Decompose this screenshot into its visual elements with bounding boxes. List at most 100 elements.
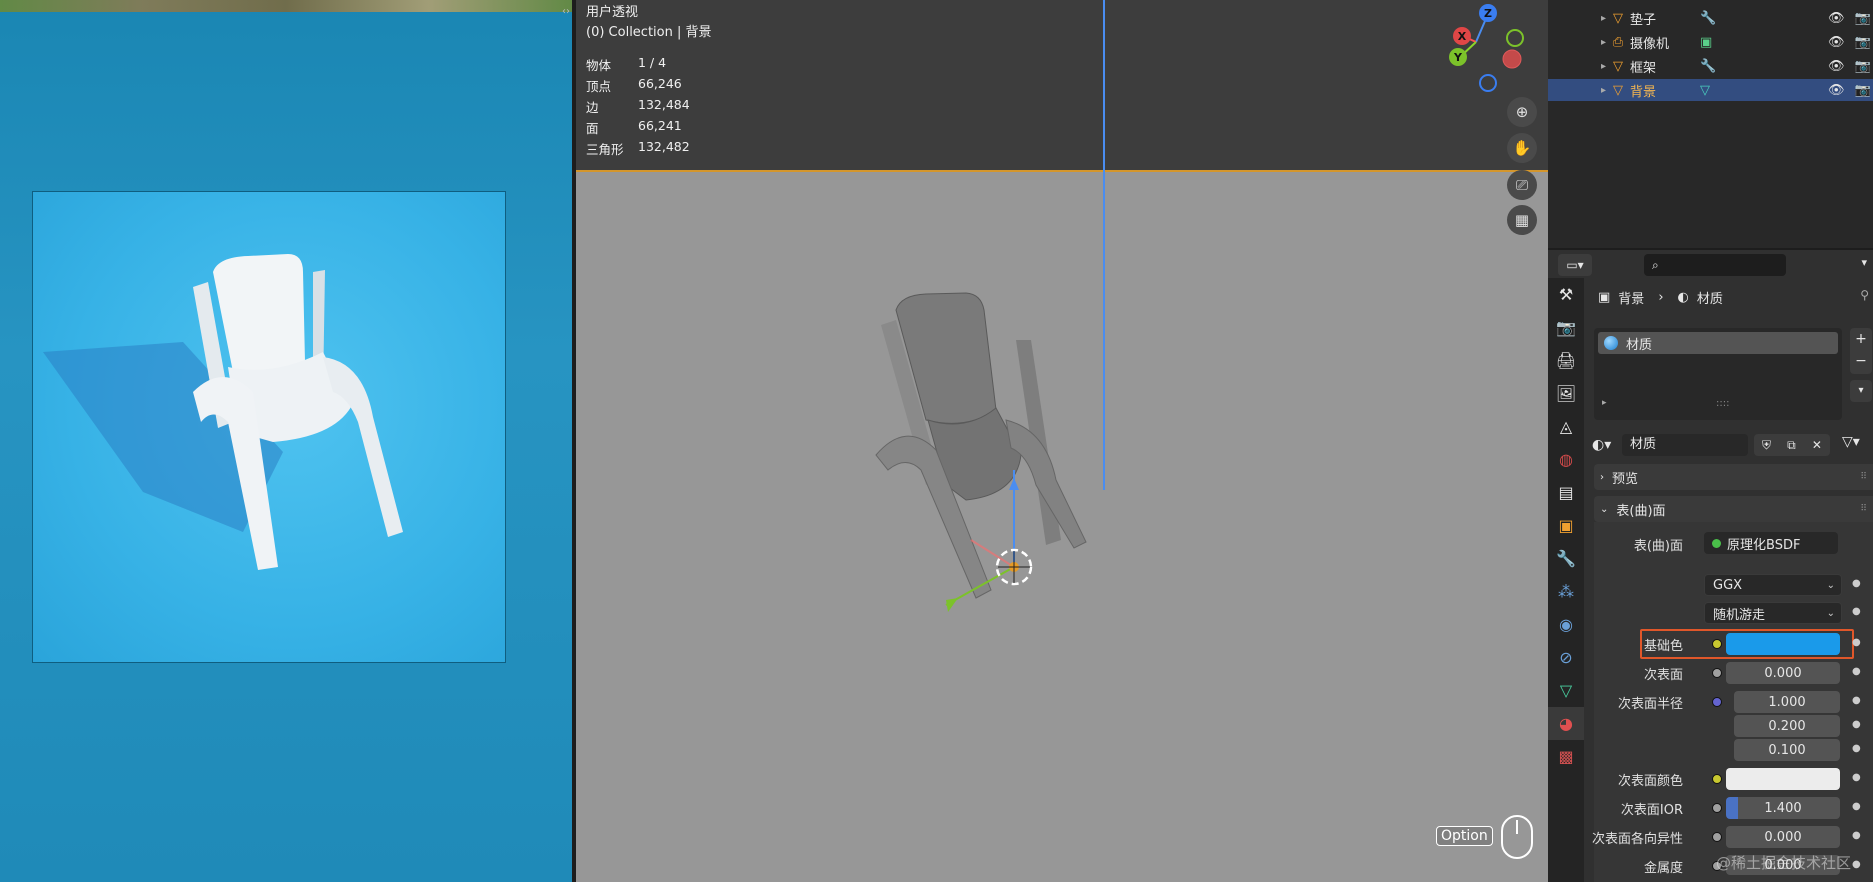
expand-arrow-icon[interactable]: ▸ bbox=[1548, 13, 1606, 24]
material-tab-icon[interactable]: ◕ bbox=[1548, 707, 1584, 740]
outliner-item-selected[interactable]: ▸ ▽ 背景 ▽ 👁 📷 bbox=[1548, 79, 1873, 101]
keyframe-dot[interactable]: ● bbox=[1852, 695, 1861, 706]
drag-handle-icon[interactable]: ⠿ bbox=[1860, 472, 1867, 482]
render-camera-icon[interactable]: 📷 bbox=[1855, 35, 1871, 50]
view-layer-tab-icon[interactable]: 🖼 bbox=[1548, 377, 1584, 410]
surface-panel-header[interactable]: ⌄ 表(曲)面 ⠿ bbox=[1594, 496, 1873, 522]
editor-type-icon[interactable]: ▭▾ bbox=[1558, 254, 1592, 276]
stat-row: 三角形 132,482 bbox=[586, 139, 690, 158]
value-socket-icon[interactable] bbox=[1712, 832, 1722, 842]
data-tab-icon[interactable]: ▽ bbox=[1548, 674, 1584, 707]
outliner-item[interactable]: ▸ ▽ 垫子 🔧 👁 📷 bbox=[1548, 7, 1873, 29]
subsurface-radius-y[interactable]: 0.200 bbox=[1734, 715, 1840, 737]
keyframe-dot[interactable]: ● bbox=[1852, 578, 1861, 589]
zoom-icon[interactable]: ⊕ bbox=[1507, 97, 1537, 127]
search-icon[interactable]: ⌕ bbox=[1644, 254, 1786, 276]
render-camera-icon[interactable]: 📷 bbox=[1855, 83, 1871, 98]
chevron-down-icon[interactable]: ▾ bbox=[1861, 256, 1867, 269]
duplicate-icon[interactable]: ⧉ bbox=[1787, 438, 1796, 453]
expand-arrow-icon[interactable]: ▸ bbox=[1548, 61, 1606, 72]
modifier-tab-icon[interactable]: 🔧 bbox=[1548, 542, 1584, 575]
perspective-grid-icon[interactable]: ▦ bbox=[1507, 205, 1537, 235]
render-camera-icon[interactable]: 📷 bbox=[1855, 59, 1871, 74]
keyframe-dot[interactable]: ● bbox=[1852, 743, 1861, 754]
render-result-panel bbox=[0, 0, 572, 882]
physics-tab-icon[interactable]: ◉ bbox=[1548, 608, 1584, 641]
subsurface-color-swatch[interactable] bbox=[1726, 768, 1840, 790]
outliner-item[interactable]: ▸ ⎙ 摄像机 ▣ 👁 📷 bbox=[1548, 31, 1873, 53]
keyframe-dot[interactable]: ● bbox=[1852, 772, 1861, 783]
view-name-label: 用户透视 bbox=[586, 5, 639, 20]
unlink-close-icon[interactable]: ✕ bbox=[1812, 438, 1822, 452]
tool-tab-icon[interactable]: ⚒ bbox=[1548, 278, 1584, 311]
navigation-gizmo[interactable]: Z X Y bbox=[1436, 0, 1536, 100]
object-tab-icon[interactable]: ▣ bbox=[1548, 509, 1584, 542]
link-type-icon[interactable]: ▽▾ bbox=[1842, 434, 1860, 450]
visibility-eye-icon[interactable]: 👁 bbox=[1828, 59, 1845, 74]
constraints-tab-icon[interactable]: ⊘ bbox=[1548, 641, 1584, 674]
transform-gizmo[interactable] bbox=[876, 470, 1056, 630]
expand-arrow-icon[interactable]: ▸ bbox=[1602, 398, 1607, 408]
keyframe-dot[interactable]: ● bbox=[1852, 830, 1861, 841]
preview-panel-header[interactable]: › 预览 ⠿ bbox=[1594, 464, 1873, 490]
visibility-eye-icon[interactable]: 👁 bbox=[1828, 35, 1845, 50]
browse-material-icon[interactable]: ◐▾ bbox=[1592, 434, 1622, 456]
vector-socket-icon[interactable] bbox=[1712, 697, 1722, 707]
base-color-swatch[interactable] bbox=[1726, 633, 1840, 655]
pan-hand-icon[interactable]: ✋ bbox=[1507, 133, 1537, 163]
keyframe-dot[interactable]: ● bbox=[1852, 666, 1861, 677]
color-socket-icon[interactable] bbox=[1712, 639, 1722, 649]
keyframe-dot[interactable]: ● bbox=[1852, 801, 1861, 812]
expand-arrow-icon[interactable]: ▸ bbox=[1548, 37, 1606, 48]
watermark: @稀土掘金技术社区 bbox=[1716, 854, 1852, 872]
keyframe-dot[interactable]: ● bbox=[1852, 606, 1861, 617]
value-socket-icon[interactable] bbox=[1712, 668, 1722, 678]
color-socket-icon[interactable] bbox=[1712, 774, 1722, 784]
keyframe-dot[interactable]: ● bbox=[1852, 719, 1861, 730]
keyframe-dot[interactable]: ● bbox=[1852, 859, 1861, 870]
keyframe-dot[interactable]: ● bbox=[1852, 637, 1861, 648]
pin-icon[interactable]: ⚲ bbox=[1860, 288, 1869, 302]
visibility-eye-icon[interactable]: 👁 bbox=[1828, 83, 1845, 98]
world-tab-icon[interactable]: ◍ bbox=[1548, 443, 1584, 476]
particles-tab-icon[interactable]: ⁂ bbox=[1548, 575, 1584, 608]
subsurface-radius-x[interactable]: 1.000 bbox=[1734, 691, 1840, 713]
value-socket-icon[interactable] bbox=[1712, 803, 1722, 813]
subsurface-field[interactable]: 0.000 bbox=[1726, 662, 1840, 684]
slot-menu-chevron-icon[interactable]: ▾ bbox=[1850, 380, 1872, 402]
surface-panel-title: 表(曲)面 bbox=[1616, 503, 1666, 519]
viewport-top-area bbox=[576, 0, 1548, 172]
material-slot-list: 材质 ▸ :::: bbox=[1594, 328, 1842, 420]
expand-arrow-icon[interactable]: ▸ bbox=[1548, 85, 1606, 96]
3d-viewport[interactable]: 用户透视 (0) Collection | 背景 物体 1 / 4 顶点 66,… bbox=[576, 0, 1548, 882]
fake-user-shield-icon[interactable]: ⛨ bbox=[1762, 438, 1771, 453]
drag-handle-icon[interactable]: ⠿ bbox=[1860, 504, 1867, 514]
render-camera-icon[interactable]: 📷 bbox=[1855, 11, 1871, 26]
outliner-item[interactable]: ▸ ▽ 框架 🔧 👁 📷 bbox=[1548, 55, 1873, 77]
distribution-dropdown[interactable]: GGX ⌄ bbox=[1704, 574, 1842, 596]
material-name-field[interactable]: 材质 bbox=[1622, 434, 1748, 456]
chevron-down-icon: ⌄ bbox=[1600, 503, 1609, 515]
texture-tab-icon[interactable]: ▩ bbox=[1548, 740, 1584, 773]
surface-shader-selector[interactable]: 原理化BSDF bbox=[1704, 532, 1838, 554]
subsurface-radius-z[interactable]: 0.100 bbox=[1734, 739, 1840, 761]
subsurface-aniso-field[interactable]: 0.000 bbox=[1726, 826, 1840, 848]
preview-panel-title: 预览 bbox=[1612, 471, 1639, 487]
chevron-down-icon: ⌄ bbox=[1826, 579, 1835, 591]
add-remove-slot-buttons[interactable]: + − bbox=[1850, 328, 1872, 374]
stat-value: 132,482 bbox=[638, 139, 690, 154]
subsurface-ior-field[interactable]: 1.400 bbox=[1726, 797, 1840, 819]
resize-handle-icon[interactable]: :::: bbox=[1716, 398, 1729, 409]
render-tab-icon[interactable]: 📷 bbox=[1548, 311, 1584, 344]
modifier-wrench-icon: 🔧 bbox=[1700, 58, 1717, 74]
subsurface-aniso-label: 次表面各向异性 bbox=[1591, 832, 1683, 847]
camera-view-icon[interactable]: ⎚ bbox=[1507, 170, 1537, 200]
output-tab-icon[interactable]: 🖨 bbox=[1548, 344, 1584, 377]
scene-tab-icon[interactable]: ◬ bbox=[1548, 410, 1584, 443]
collection-tab-icon[interactable]: ▤ bbox=[1548, 476, 1584, 509]
visibility-eye-icon[interactable]: 👁 bbox=[1828, 11, 1845, 26]
material-slot-item[interactable]: 材质 bbox=[1598, 332, 1838, 354]
subsurface-method-dropdown[interactable]: 随机游走 ⌄ bbox=[1704, 602, 1842, 624]
split-arrows-icon[interactable]: ‹› bbox=[562, 6, 570, 17]
base-color-label: 基础色 bbox=[1643, 639, 1683, 654]
